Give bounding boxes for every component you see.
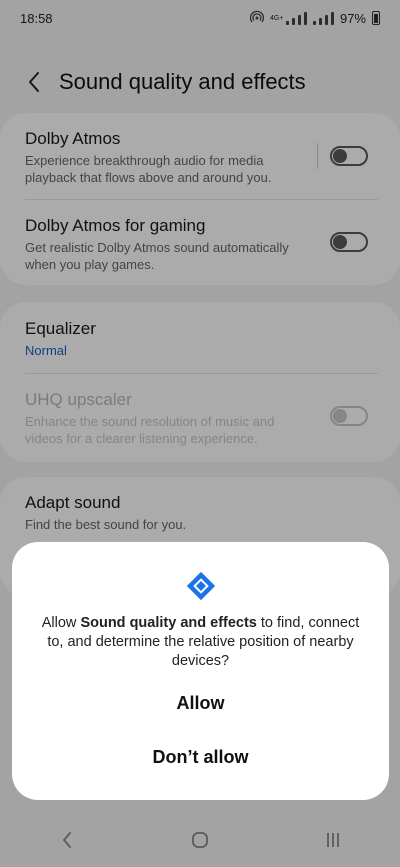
- screen: 18:58 4G+ 97% Sound quality and effects …: [0, 0, 400, 867]
- permission-dialog: Allow Sound quality and effects to find,…: [12, 542, 389, 800]
- nav-home-button[interactable]: [175, 820, 225, 860]
- dialog-message: Allow Sound quality and effects to find,…: [38, 614, 363, 671]
- dialog-message-prefix: Allow: [41, 615, 81, 631]
- dont-allow-button[interactable]: Don’t allow: [12, 737, 389, 777]
- nav-back-button[interactable]: [42, 820, 92, 860]
- navigation-bar: [0, 813, 400, 867]
- nav-recents-icon: [327, 833, 340, 847]
- allow-button[interactable]: Allow: [12, 683, 389, 723]
- nearby-devices-icon: [186, 571, 216, 601]
- nav-recents-button[interactable]: [308, 820, 358, 860]
- nav-back-icon: [62, 832, 71, 848]
- dialog-app-name: Sound quality and effects: [80, 615, 257, 631]
- nav-home-icon: [192, 832, 208, 848]
